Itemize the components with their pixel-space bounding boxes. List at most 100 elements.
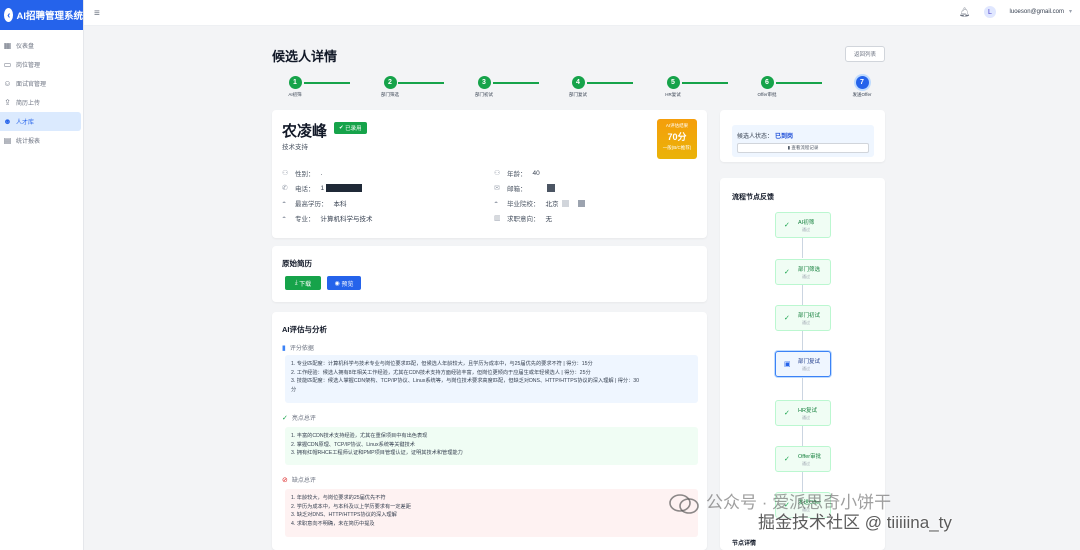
step-number: 1 bbox=[288, 76, 302, 89]
flow-node[interactable]: ✓ HR复试 通过 bbox=[775, 400, 831, 426]
flow-title: 流程节点反馈 bbox=[732, 194, 774, 201]
sidebar-nav: ▦ 仪表盘 ▭ 岗位管理 ☺ 面试官管理 ⇪ 简历上传 ☻ 人才库 ▤ 统计报表 bbox=[0, 30, 83, 150]
sidebar-item-label: 简历上传 bbox=[16, 101, 41, 107]
flow-connector bbox=[802, 331, 803, 351]
menu-toggle-icon[interactable]: ≡ bbox=[94, 8, 100, 19]
graduation-cap-icon: ◓ bbox=[282, 214, 287, 222]
avatar[interactable]: L bbox=[984, 6, 996, 18]
list-item: 1. 丰富的CDN技术支持经验，尤其在重保项目中有出色表现 bbox=[291, 433, 428, 439]
email-row: ✉ 邮箱： bbox=[494, 183, 555, 193]
user-email[interactable]: luoeson@gmail.com bbox=[1010, 9, 1064, 15]
list-item: 3. 拥有红帽RHCE工程师认证和PMP项目管理认证，证明其技术和管理能力 bbox=[291, 450, 463, 456]
phone-row: ✆ 电话： 1 bbox=[282, 183, 363, 193]
sidebar-item-jobs[interactable]: ▭ 岗位管理 bbox=[0, 55, 81, 74]
resume-title: 原始简历 bbox=[282, 259, 312, 268]
wechat-logo-icon bbox=[669, 493, 699, 514]
step-number: 5 bbox=[666, 76, 680, 89]
list-item: 1. 年龄较大，与岗位要求的25届优先不符 bbox=[291, 495, 386, 501]
preview-button[interactable]: ◉ 预览 bbox=[327, 276, 361, 290]
check-icon: ✔ bbox=[339, 125, 344, 131]
phone-icon: ✆ bbox=[282, 185, 288, 192]
education-row: ◓ 最高学历： 本科 bbox=[282, 198, 347, 209]
step-label: AI初筛 bbox=[288, 92, 302, 97]
upload-icon: ⇪ bbox=[4, 98, 11, 107]
score-label: AI评估结果 bbox=[665, 123, 689, 128]
flow-node[interactable]: ✓ AI初筛 通过 bbox=[775, 212, 831, 238]
score-level: 一般(B/C推荐) bbox=[662, 145, 692, 150]
preview-label: 预览 bbox=[341, 281, 354, 288]
school-label: 毕业院校： bbox=[507, 201, 540, 208]
flow-node-current[interactable]: ▣ 部门复试 通过 bbox=[775, 351, 831, 377]
back-to-list-button[interactable]: 返回列表 bbox=[845, 46, 885, 62]
watermark-juejin: 掘金技术社区 @ tiiiiina_ty bbox=[758, 513, 952, 532]
eye-icon: ◉ bbox=[334, 280, 340, 287]
flow-connector bbox=[802, 426, 803, 446]
check-icon: ✓ bbox=[784, 315, 790, 322]
bell-icon[interactable]: 🔔︎ bbox=[959, 7, 970, 18]
sidebar-item-label: 统计报表 bbox=[16, 139, 41, 145]
collapse-sidebar-icon[interactable]: ‹ bbox=[4, 8, 14, 22]
flow-node-name: 部门初试 bbox=[798, 313, 821, 319]
major-label: 专业： bbox=[295, 216, 315, 223]
topbar: ≡ 🔔︎ L luoeson@gmail.com ▾ bbox=[84, 0, 1080, 26]
step-4: 4 部门复试 bbox=[558, 76, 598, 98]
check-icon: ✓ bbox=[784, 269, 790, 276]
age-value: 40 bbox=[532, 169, 540, 177]
chevron-down-icon[interactable]: ▾ bbox=[1069, 8, 1072, 15]
check-icon: ✓ bbox=[784, 456, 790, 463]
app-title: AI招聘管理系统 bbox=[16, 11, 83, 22]
status-label: 候选人状态： bbox=[737, 134, 774, 140]
step-label: 发送Offer bbox=[852, 92, 872, 97]
flow-node-name: HR复试 bbox=[798, 408, 817, 414]
download-button[interactable]: ⤓ 下载 bbox=[285, 276, 321, 290]
gender-value: . bbox=[320, 169, 323, 177]
user-icon: ⚇ bbox=[494, 170, 501, 177]
status-panel: 候选人状态： 已到岗 ▮ 查看流程记录 bbox=[732, 125, 874, 157]
view-process-log-button[interactable]: ▮ 查看流程记录 bbox=[737, 143, 869, 153]
list-item: 2. 工作经验：候选人拥有8年相关工作经验，尤其在CDN技术支持方面经验丰富，但… bbox=[291, 369, 591, 376]
flow-node[interactable]: ✓ Offer审批 通过 bbox=[775, 446, 831, 472]
basis-heading: ▮ 评分依据 bbox=[282, 343, 314, 353]
step-label: 部门初试 bbox=[475, 92, 493, 97]
pros-title: 亮点总评 bbox=[291, 416, 316, 422]
flow-node[interactable]: ✓ 部门筛选 通过 bbox=[775, 259, 831, 285]
flow-node-state: 通过 bbox=[802, 320, 810, 325]
education-value: 本科 bbox=[333, 201, 347, 208]
resume-card: 原始简历 ⤓ 下载 ◉ 预览 bbox=[272, 246, 707, 302]
cons-title: 缺点总评 bbox=[291, 478, 316, 484]
step-label: 部门复试 bbox=[569, 92, 587, 97]
flow-node-state: 通过 bbox=[802, 461, 810, 466]
sidebar-item-dashboard[interactable]: ▦ 仪表盘 bbox=[0, 36, 81, 55]
flow-node-name: 部门筛选 bbox=[798, 267, 821, 273]
page-title: 候选人详情 bbox=[272, 49, 338, 64]
ai-analysis-title: AI评估与分析 bbox=[282, 325, 327, 334]
step-number: 6 bbox=[760, 76, 774, 89]
list-item: 2. 学历为成本中，与本科及以上学历要求有一定差距 bbox=[291, 503, 411, 510]
flow-node-state: 通过 bbox=[802, 227, 810, 232]
redacted-block bbox=[561, 199, 569, 207]
sidebar-item-talent-pool[interactable]: ☻ 人才库 bbox=[0, 112, 81, 131]
graduation-cap-icon: ◓ bbox=[494, 199, 499, 207]
user-tie-icon: ☺ bbox=[3, 79, 12, 88]
flow-node-name: AI初筛 bbox=[798, 220, 815, 226]
major-row: ◓ 专业： 计算机科学与技术 bbox=[282, 213, 373, 224]
flow-node-name: 部门复试 bbox=[798, 359, 821, 365]
flow-node-state: 通过 bbox=[802, 415, 810, 420]
flow-node[interactable]: ✓ 部门初试 通过 bbox=[775, 305, 831, 331]
document-icon: ▣ bbox=[784, 361, 791, 368]
flow-node-state: 通过 bbox=[802, 274, 810, 279]
email-label: 邮箱： bbox=[507, 186, 527, 193]
sidebar-item-upload[interactable]: ⇪ 简历上传 bbox=[0, 93, 81, 112]
sidebar-item-label: 仪表盘 bbox=[16, 44, 35, 50]
download-icon: ⤓ bbox=[294, 279, 298, 286]
step-number: 7 bbox=[855, 76, 869, 89]
sidebar-item-reports[interactable]: ▤ 统计报表 bbox=[0, 131, 81, 150]
alert-circle-icon: ⊘ bbox=[282, 476, 288, 484]
sidebar-item-interviewers[interactable]: ☺ 面试官管理 bbox=[0, 74, 81, 93]
chart-icon: ▤ bbox=[3, 136, 12, 145]
age-label: 年龄： bbox=[507, 171, 527, 178]
ai-analysis-card: AI评估与分析 ▮ 评分依据 1. 专业匹配度：计算机科学与技术专业与岗位要求匹配… bbox=[272, 312, 707, 550]
flow-node-state: 通过 bbox=[802, 366, 810, 371]
education-label: 最高学历： bbox=[295, 201, 328, 208]
pros-heading: ✓ 亮点总评 bbox=[282, 413, 316, 423]
